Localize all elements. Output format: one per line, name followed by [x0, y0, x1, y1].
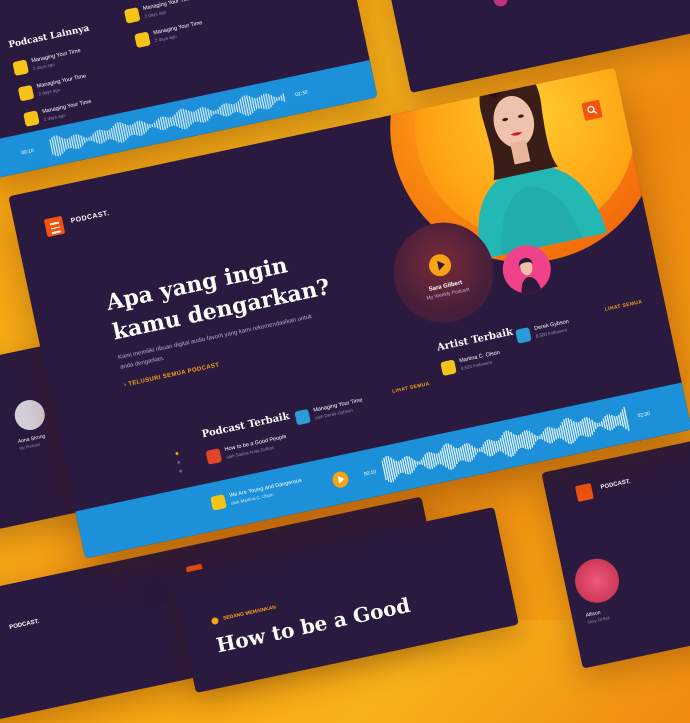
waveform-bar — [88, 137, 90, 141]
waveform-bar — [275, 97, 278, 102]
ghost-title: Podcast Lainnya — [7, 23, 91, 51]
waveform-bar — [282, 93, 286, 102]
section-title-artist: Artist Terbaik — [436, 326, 514, 354]
waveform-bar — [155, 120, 159, 129]
carousel-dots[interactable] — [175, 451, 184, 479]
play-icon — [337, 474, 346, 484]
playing-dot-icon — [210, 616, 220, 626]
search-icon — [587, 105, 598, 114]
waveform-bar — [273, 96, 276, 103]
ghost-board-bottom-right: PODCAST. Allison Story Of Bail — [541, 431, 690, 669]
waveform-bar — [598, 422, 601, 427]
waveform-bar — [278, 96, 281, 101]
waveform-bar — [212, 110, 215, 115]
avatar — [570, 554, 624, 607]
waveform-bar — [216, 108, 220, 115]
waveform-bar — [538, 435, 541, 440]
search-button[interactable] — [581, 99, 603, 121]
brand-logo: PODCAST. — [70, 209, 111, 225]
waveform-bar — [413, 459, 417, 468]
waveform-bar — [218, 106, 222, 116]
waveform-bar — [149, 124, 152, 129]
waveform-bar — [92, 133, 96, 143]
waveform-bar — [540, 433, 544, 440]
waveform-bar — [169, 117, 173, 126]
waveform-bar — [476, 448, 479, 453]
waveform-bar — [233, 103, 237, 113]
waveform-bar — [533, 434, 537, 442]
waveform-bar — [480, 446, 484, 453]
waveform-bar — [473, 447, 477, 455]
avatar — [492, 0, 509, 8]
waveform-bar — [593, 421, 597, 430]
avatar — [11, 397, 48, 433]
menu-button[interactable] — [43, 215, 66, 238]
waveform-bar — [85, 137, 88, 142]
player-play-button[interactable] — [330, 470, 350, 490]
waveform-bar — [83, 136, 86, 144]
waveform-bar — [214, 110, 217, 114]
waveform-bar — [146, 123, 150, 130]
waveform-bar — [151, 123, 154, 128]
waveform-bar — [536, 435, 539, 440]
play-icon — [437, 259, 446, 271]
ghost-board-top-right — [386, 0, 690, 93]
time-total: 02:30 — [637, 410, 651, 420]
waveform-bar — [600, 420, 604, 428]
waveform-bar — [420, 459, 424, 466]
waveform-bar — [418, 461, 421, 465]
waveform-bar — [153, 122, 156, 128]
waveform-bar — [106, 130, 110, 140]
scene: Podcast Lainnya Managing Your Time 2 days… — [0, 0, 690, 723]
see-all-podcasts-link[interactable]: LIHAT SEMUA — [392, 381, 431, 395]
see-all-artists-link[interactable]: LIHAT SEMUA — [604, 299, 643, 313]
waveform-bar — [280, 95, 283, 101]
waveform-bar — [478, 448, 481, 452]
waveform-bar — [416, 461, 419, 466]
waveform-bar — [596, 422, 599, 428]
menu-icon[interactable] — [574, 482, 594, 502]
time-elapsed: 00:10 — [363, 469, 377, 478]
waveform-bar — [209, 109, 213, 117]
waveform-bar — [90, 136, 93, 142]
